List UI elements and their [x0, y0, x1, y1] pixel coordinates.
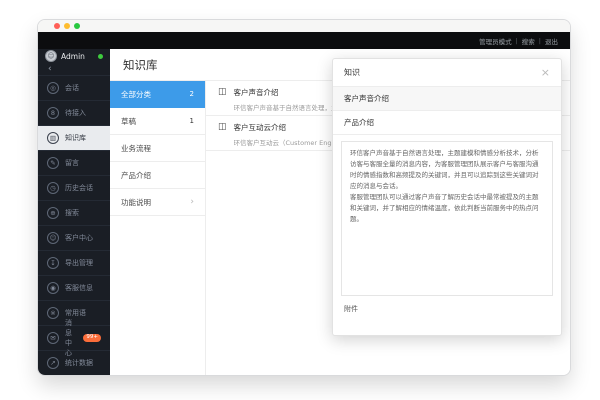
online-status-dot [98, 54, 103, 59]
attachments-section: 附件 [333, 296, 561, 335]
category-label: 产品介绍 [121, 170, 151, 181]
category-item-drafts[interactable]: 草稿 1 [110, 108, 205, 135]
sidebar-item-label: 常用语 [65, 308, 86, 318]
knowledge-search-input[interactable] [344, 68, 541, 77]
sidebar-item-export[interactable]: ↧ 导出管理 [38, 250, 110, 275]
category-count: 2 [190, 90, 194, 98]
minimize-window-button[interactable] [64, 23, 70, 29]
topbar-link-logout[interactable]: 退出 [545, 36, 558, 46]
category-item-product-intro[interactable]: 产品介绍 [110, 162, 205, 189]
category-item-business-process[interactable]: 业务流程 [110, 135, 205, 162]
sidebar-item-label: 客户中心 [65, 233, 93, 243]
knowledge-content-box: 环信客户声音基于自然语言处理，主题建模和情感分析技术，分析访客与客服全量的消息内… [341, 141, 553, 296]
knowledge-paragraph: 客服管理团队可以通过客户声音了解历史会话中最常被提及的主题和关键词，并了解相应的… [350, 192, 544, 225]
sidebar-item-label: 待接入 [65, 108, 86, 118]
knowledge-paragraph: 环信客户声音基于自然语言处理，主题建模和情感分析技术，分析访客与客服全量的消息内… [350, 148, 544, 192]
knowledge-base-icon: ▥ [47, 132, 59, 144]
page-title: 知识库 [123, 57, 158, 73]
attachments-label: 附件 [344, 305, 358, 313]
sidebar-item-history[interactable]: ◷ 历史会话 [38, 175, 110, 200]
sidebar-item-label: 搜索 [65, 208, 79, 218]
category-list: 全部分类 2 草稿 1 业务流程 产品介绍 功能说明 › [110, 81, 206, 375]
agent-info-icon: ◉ [47, 282, 59, 294]
sidebar-item-pending-queue[interactable]: 8 待接入 [38, 100, 110, 125]
sidebar-item-agent-info[interactable]: ◉ 客服信息 [38, 275, 110, 300]
category-label: 全部分类 [121, 89, 151, 100]
bell-icon: ✉ [47, 332, 59, 344]
sidebar-item-label: 知识库 [65, 133, 86, 143]
topbar-separator: | [539, 37, 541, 45]
chevron-right-icon: › [190, 197, 194, 207]
sidebar-item-label: 留言 [65, 158, 79, 168]
sidebar-item-knowledge-base[interactable]: ▥ 知识库 [38, 125, 110, 150]
topbar-separator: | [516, 37, 518, 45]
app-window: 管理员模式 | 搜索 | 退出 ☺ Admin ‹ ◎ 会话 8 待接入 [38, 20, 570, 375]
knowledge-search-popup: × 客户声音介绍 产品介绍 环信客户声音基于自然语言处理，主题建模和情感分析技术… [332, 58, 562, 336]
zoom-window-button[interactable] [74, 23, 80, 29]
user-row[interactable]: ☺ Admin [38, 49, 110, 63]
sidebar-item-label: 会话 [65, 83, 79, 93]
category-label: 业务流程 [121, 143, 151, 154]
sidebar-item-label: 导出管理 [65, 258, 93, 268]
category-item-feature-description[interactable]: 功能说明 › [110, 189, 205, 216]
sidebar: ☺ Admin ‹ ◎ 会话 8 待接入 ▥ 知识库 [38, 49, 110, 375]
search-icon: ⊕ [47, 207, 59, 219]
popup-result-product-intro[interactable]: 产品介绍 [333, 111, 561, 135]
category-count: 1 [190, 117, 194, 125]
category-label: 功能说明 [121, 197, 151, 208]
sidebar-item-label: 统计数据 [65, 358, 93, 368]
category-item-all[interactable]: 全部分类 2 [110, 81, 205, 108]
topbar-link-search[interactable]: 搜索 [522, 36, 535, 46]
history-clock-icon: ◷ [47, 182, 59, 194]
leave-message-icon: ✎ [47, 157, 59, 169]
popup-header: × [333, 59, 561, 87]
sidebar-item-label: 消息中心 [65, 318, 77, 358]
close-icon[interactable]: × [541, 67, 550, 78]
user-name: Admin [61, 52, 85, 61]
sidebar-item-label: 历史会话 [65, 183, 93, 193]
topbar-link-admin-mode[interactable]: 管理员模式 [479, 36, 512, 46]
titlebar [38, 20, 570, 32]
book-icon: ◫ [218, 87, 227, 115]
chevron-left-icon: ‹ [48, 64, 52, 74]
sidebar-item-search[interactable]: ⊕ 搜索 [38, 200, 110, 225]
sidebar-item-message-center[interactable]: ✉ 消息中心 99+ [38, 325, 110, 350]
quick-replies-icon: ※ [47, 307, 59, 319]
export-download-icon: ↧ [47, 257, 59, 269]
queue-icon: 8 [47, 107, 59, 119]
chat-icon: ◎ [47, 82, 59, 94]
sidebar-item-conversations[interactable]: ◎ 会话 [38, 75, 110, 100]
category-label: 草稿 [121, 116, 136, 127]
sidebar-menu: ◎ 会话 8 待接入 ▥ 知识库 ✎ 留言 ◷ 历史会话 [38, 75, 110, 375]
customer-center-icon: ☺ [47, 232, 59, 244]
statistics-icon: ↗ [47, 357, 59, 369]
sidebar-item-messages[interactable]: ✎ 留言 [38, 150, 110, 175]
sidebar-item-customer-center[interactable]: ☺ 客户中心 [38, 225, 110, 250]
popup-result-customer-voice[interactable]: 客户声音介绍 [333, 87, 561, 111]
avatar: ☺ [45, 50, 57, 62]
close-window-button[interactable] [54, 23, 60, 29]
sidebar-item-label: 客服信息 [65, 283, 93, 293]
book-icon: ◫ [218, 122, 227, 150]
topbar: 管理员模式 | 搜索 | 退出 [38, 32, 570, 49]
collapse-sidebar-button[interactable]: ‹ [38, 63, 110, 75]
unread-count-badge: 99+ [83, 334, 101, 342]
